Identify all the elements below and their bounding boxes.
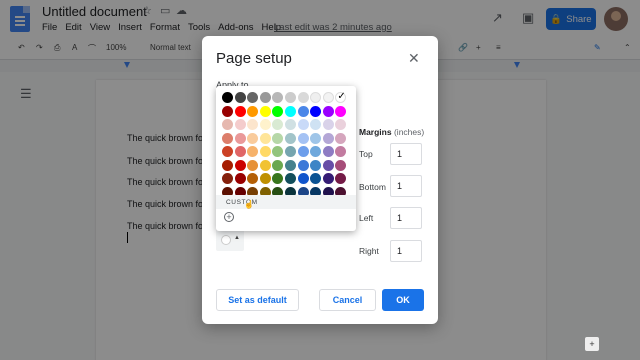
page-color-palette: CUSTOM + (216, 86, 356, 231)
color-swatch[interactable] (297, 173, 309, 184)
chevron-down-icon: ▲ (234, 235, 240, 241)
color-swatch[interactable] (310, 119, 322, 130)
color-swatch[interactable] (222, 173, 233, 184)
margin-bottom-input[interactable]: 1 (390, 175, 422, 197)
color-swatch[interactable] (222, 105, 233, 117)
color-swatch[interactable] (247, 92, 259, 103)
color-swatch[interactable] (272, 92, 284, 103)
color-swatch[interactable] (272, 119, 284, 130)
color-swatch[interactable] (322, 119, 334, 130)
color-swatch[interactable] (247, 132, 259, 144)
color-swatch[interactable] (297, 105, 309, 117)
color-swatch[interactable] (284, 132, 296, 144)
color-swatch[interactable] (234, 132, 246, 144)
color-swatch[interactable] (297, 132, 309, 144)
color-swatch[interactable] (234, 105, 246, 117)
color-swatch[interactable] (259, 132, 271, 144)
page-color-swatch (221, 235, 231, 245)
color-swatch[interactable] (272, 105, 284, 117)
color-swatch[interactable] (335, 146, 347, 157)
color-swatch[interactable] (335, 91, 347, 103)
mouse-pointer-icon: ☝ (244, 200, 254, 209)
color-swatch[interactable] (259, 92, 271, 103)
color-swatch[interactable] (284, 105, 296, 117)
color-swatch[interactable] (310, 105, 322, 117)
margin-left-input[interactable]: 1 (390, 207, 422, 229)
color-swatch[interactable] (335, 132, 347, 144)
color-swatch[interactable] (272, 146, 284, 157)
color-swatch[interactable] (335, 119, 347, 130)
color-swatch[interactable] (234, 119, 246, 130)
margin-bottom-label: Bottom (359, 182, 386, 192)
color-swatch[interactable] (335, 105, 347, 117)
color-swatch[interactable] (247, 119, 259, 130)
color-swatch[interactable] (259, 173, 271, 184)
color-swatch[interactable] (297, 146, 309, 157)
color-swatch[interactable] (297, 92, 309, 103)
margins-header: Margins (inches) (359, 127, 424, 137)
cancel-button[interactable]: Cancel (319, 289, 376, 311)
color-swatch[interactable] (222, 119, 233, 130)
color-swatch[interactable] (284, 173, 296, 184)
color-swatch[interactable] (335, 173, 347, 184)
dialog-title: Page setup (216, 50, 292, 67)
color-swatch[interactable] (234, 159, 246, 171)
set-as-default-button[interactable]: Set as default (216, 289, 299, 311)
explore-icon[interactable]: + (585, 337, 599, 351)
color-swatch[interactable] (222, 159, 233, 171)
margin-right-label: Right (359, 246, 379, 256)
color-swatch[interactable] (322, 173, 334, 184)
color-swatch[interactable] (222, 132, 233, 144)
color-swatch[interactable] (322, 146, 334, 157)
color-swatch[interactable] (234, 173, 246, 184)
color-swatch[interactable] (310, 146, 322, 157)
page-color-button[interactable]: ▲ (216, 229, 244, 251)
color-swatch[interactable] (284, 146, 296, 157)
color-swatch[interactable] (272, 159, 284, 171)
color-swatch[interactable] (259, 105, 271, 117)
color-swatch[interactable] (247, 105, 259, 117)
color-swatch[interactable] (284, 119, 296, 130)
margin-top-input[interactable]: 1 (390, 143, 422, 165)
color-swatch[interactable] (234, 146, 246, 157)
color-swatch[interactable] (322, 105, 334, 117)
margin-top-label: Top (359, 149, 373, 159)
color-swatch[interactable] (272, 173, 284, 184)
margin-right-input[interactable]: 1 (390, 240, 422, 262)
margin-left-label: Left (359, 213, 374, 223)
color-swatch[interactable] (322, 92, 334, 103)
color-swatch[interactable] (335, 159, 347, 171)
color-swatch[interactable] (310, 173, 322, 184)
color-swatch[interactable] (310, 92, 322, 103)
color-swatch[interactable] (284, 159, 296, 171)
color-swatch[interactable] (247, 146, 259, 157)
close-icon[interactable]: ✕ (408, 50, 420, 67)
color-swatch[interactable] (322, 159, 334, 171)
color-swatch[interactable] (222, 146, 233, 157)
color-swatch[interactable] (272, 132, 284, 144)
color-swatch[interactable] (322, 132, 334, 144)
margins-unit: (inches) (393, 127, 425, 137)
color-swatch[interactable] (247, 173, 259, 184)
ok-button[interactable]: OK (382, 289, 424, 311)
color-swatch[interactable] (259, 159, 271, 171)
color-swatch[interactable] (284, 92, 296, 103)
color-swatch[interactable] (247, 159, 259, 171)
color-swatch[interactable] (222, 92, 233, 103)
color-grid (222, 91, 347, 198)
margins-title: Margins (359, 127, 392, 137)
color-swatch[interactable] (310, 132, 322, 144)
color-swatch[interactable] (297, 159, 309, 171)
color-swatch[interactable] (259, 146, 271, 157)
color-swatch[interactable] (259, 119, 271, 130)
color-swatch[interactable] (310, 159, 322, 171)
add-custom-color-icon[interactable]: + (224, 212, 234, 222)
color-swatch[interactable] (297, 119, 309, 130)
color-swatch[interactable] (234, 92, 246, 103)
